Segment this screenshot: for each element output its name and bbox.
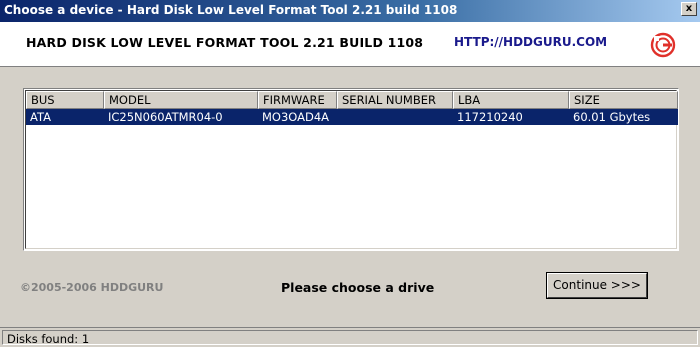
- cell-model: IC25N060ATMR04-0: [108, 110, 223, 124]
- column-header-lba[interactable]: LBA: [453, 91, 569, 109]
- close-button[interactable]: x: [681, 2, 697, 16]
- cell-size: 60.01 Gbytes: [573, 110, 651, 124]
- app-title: HARD DISK LOW LEVEL FORMAT TOOL 2.21 BUI…: [26, 35, 424, 50]
- continue-button[interactable]: Continue >>>: [546, 272, 648, 299]
- device-row-selected[interactable]: ATA IC25N060ATMR04-0 MO3OAD4A 117210240 …: [26, 109, 678, 125]
- device-list[interactable]: BUS MODEL FIRMWARE SERIAL NUMBER LBA SIZ…: [23, 88, 679, 251]
- cell-bus: ATA: [30, 110, 51, 124]
- cell-lba: 117210240: [457, 110, 523, 124]
- title-bar[interactable]: Choose a device - Hard Disk Low Level Fo…: [0, 0, 700, 22]
- status-panel: Disks found: 1: [2, 330, 698, 346]
- dialog-window: Choose a device - Hard Disk Low Level Fo…: [0, 0, 700, 347]
- column-header-size[interactable]: SIZE: [569, 91, 678, 109]
- cell-firmware: MO3OAD4A: [262, 110, 330, 124]
- copyright-text: ©2005-2006 HDDGURU: [20, 281, 164, 294]
- device-list-body: BUS MODEL FIRMWARE SERIAL NUMBER LBA SIZ…: [25, 90, 678, 249]
- column-header-firmware[interactable]: FIRMWARE: [258, 91, 337, 109]
- column-header-model[interactable]: MODEL: [104, 91, 258, 109]
- close-icon: x: [685, 3, 693, 14]
- continue-button-label: Continue >>>: [553, 278, 641, 292]
- column-header-serial-number[interactable]: SERIAL NUMBER: [337, 91, 453, 109]
- prompt-text: Please choose a drive: [281, 280, 435, 295]
- status-bar: Disks found: 1: [0, 327, 700, 347]
- disks-found-text: Disks found: 1: [7, 332, 90, 346]
- header-banner: HARD DISK LOW LEVEL FORMAT TOOL 2.21 BUI…: [0, 22, 700, 67]
- hddguru-logo-icon: [650, 32, 676, 58]
- website-link[interactable]: HTTP://HDDGURU.COM: [454, 35, 607, 49]
- window-title: Choose a device - Hard Disk Low Level Fo…: [4, 3, 458, 17]
- cell-serial-number: [337, 109, 453, 125]
- column-header-bus[interactable]: BUS: [26, 91, 104, 109]
